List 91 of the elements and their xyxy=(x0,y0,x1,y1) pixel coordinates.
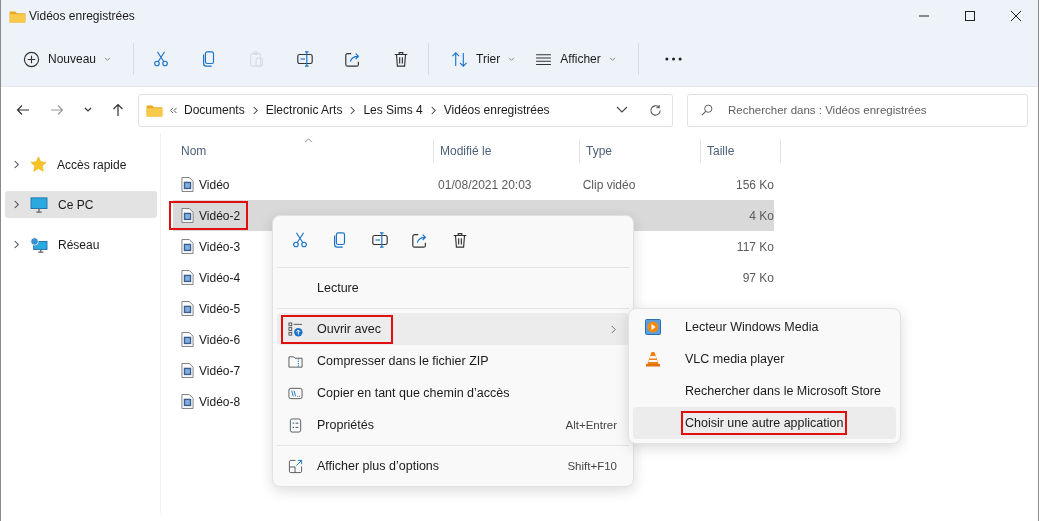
network-icon xyxy=(30,236,48,253)
file-name-cell[interactable]: Vidéo-7 xyxy=(171,358,247,383)
more-icon[interactable] xyxy=(664,57,682,61)
menu-item[interactable]: Compresser dans le fichier ZIP xyxy=(277,345,629,377)
file-name-cell[interactable]: Vidéo-6 xyxy=(171,327,247,352)
caret-down-icon xyxy=(608,56,616,62)
chevron-right-icon xyxy=(251,105,259,115)
file-name-cell[interactable]: Vidéo xyxy=(171,172,236,197)
video-file-icon xyxy=(181,301,194,316)
file-name-cell[interactable]: Vidéo-2 xyxy=(171,203,247,228)
size-cell: 117 Ko xyxy=(736,239,774,254)
date-cell: 01/08/2021 20:03 xyxy=(438,177,532,192)
chevron-right-icon xyxy=(349,105,357,115)
size-cell: 97 Ko xyxy=(742,270,774,285)
submenu-item[interactable]: Choisir une autre application xyxy=(633,407,896,439)
chevron-right-icon xyxy=(13,200,20,209)
chevron-right-icon xyxy=(429,105,437,115)
caret-down-icon xyxy=(104,56,112,62)
properties-icon xyxy=(288,417,303,433)
path-icon xyxy=(288,385,303,401)
play-icon xyxy=(645,319,661,335)
video-file-icon xyxy=(181,177,194,192)
address-bar[interactable]: Documents Electronic Arts Les Sims 4 Vidéos enregistrées xyxy=(138,93,673,127)
caret-down-icon xyxy=(508,56,516,62)
expand-icon xyxy=(288,458,303,474)
submenu-item[interactable]: Lecteur Windows Media xyxy=(633,311,896,343)
search-field[interactable]: Rechercher dans : Vidéos enregistrées xyxy=(687,93,1028,127)
video-file-icon xyxy=(181,239,194,254)
video-file-icon xyxy=(181,332,194,347)
close-icon[interactable] xyxy=(1011,11,1021,21)
chevron-right-icon xyxy=(610,324,617,334)
sort-arrows-icon xyxy=(451,50,469,68)
sidebar-item[interactable]: Réseau xyxy=(5,231,157,258)
menu-item[interactable]: Copier en tant que chemin d’accès xyxy=(277,377,629,409)
menu-item[interactable]: Afficher plus d’options Shift+F10 xyxy=(277,450,629,482)
sidebar-item[interactable]: Accès rapide xyxy=(5,151,157,178)
breadcrumb[interactable]: Vidéos enregistrées xyxy=(443,103,550,117)
video-file-icon xyxy=(181,363,194,378)
plus-circle-icon xyxy=(23,50,40,68)
column-header[interactable]: Type xyxy=(579,139,700,163)
breadcrumb[interactable]: Les Sims 4 xyxy=(363,103,423,117)
file-name-cell[interactable]: Vidéo-5 xyxy=(171,296,247,321)
menu-item[interactable]: Lecture xyxy=(277,272,629,304)
shortcut-label: Alt+Entrer xyxy=(565,419,617,431)
new-button[interactable]: Nouveau xyxy=(13,44,122,74)
column-header[interactable]: Modifié le xyxy=(433,139,579,163)
size-cell: 156 Ko xyxy=(735,177,774,192)
folder-icon xyxy=(9,9,26,23)
monitor-icon xyxy=(30,196,48,213)
chevron-right-icon xyxy=(13,160,20,169)
submenu-item[interactable]: VLC media player xyxy=(633,343,896,375)
sort-up-icon xyxy=(304,138,313,143)
submenu-item[interactable]: Rechercher dans le Microsoft Store xyxy=(633,375,896,407)
chevron-down-icon[interactable] xyxy=(616,106,628,114)
rename-icon[interactable] xyxy=(371,230,389,249)
shortcut-label: Shift+F10 xyxy=(567,460,617,472)
file-name-cell[interactable]: Vidéo-3 xyxy=(171,234,247,259)
menu-item[interactable]: Ouvrir avec xyxy=(277,313,629,345)
delete-icon[interactable] xyxy=(451,230,469,249)
video-file-icon xyxy=(181,270,194,285)
traffic-cone-icon xyxy=(645,351,661,367)
up-icon[interactable] xyxy=(112,103,124,117)
folder-icon xyxy=(146,103,163,117)
double-chevron-icon xyxy=(170,106,177,114)
chevron-right-icon xyxy=(13,240,20,249)
video-file-icon xyxy=(181,394,194,409)
breadcrumb[interactable]: Electronic Arts xyxy=(265,103,343,117)
breadcrumb[interactable]: Documents xyxy=(184,103,245,117)
lines-icon xyxy=(535,52,553,66)
file-name-cell[interactable]: Vidéo-4 xyxy=(171,265,247,290)
refresh-icon[interactable] xyxy=(649,103,662,117)
size-cell: 4 Ko xyxy=(749,208,774,223)
rename-icon[interactable] xyxy=(296,50,315,68)
cut-icon[interactable] xyxy=(291,230,309,249)
open-with-icon xyxy=(288,321,303,337)
back-icon[interactable] xyxy=(16,104,30,116)
column-header[interactable]: Nom xyxy=(173,139,433,163)
file-name-cell[interactable]: Vidéo-8 xyxy=(171,389,247,414)
column-header[interactable]: Taille xyxy=(700,139,781,163)
window-title: Vidéos enregistrées xyxy=(29,9,135,23)
menu-item[interactable]: Propriétés Alt+Entrer xyxy=(277,409,629,441)
type-cell: Clip vidéo xyxy=(582,177,636,192)
sidebar-item[interactable]: Ce PC xyxy=(5,191,157,218)
zip-folder-icon xyxy=(288,353,303,369)
sort-button[interactable]: Trier xyxy=(441,44,526,74)
chevron-down-icon[interactable] xyxy=(84,107,92,113)
star-icon xyxy=(30,156,47,173)
view-button[interactable]: Afficher xyxy=(525,46,626,72)
video-file-icon xyxy=(181,208,194,223)
cut-icon[interactable] xyxy=(152,50,171,68)
maximize-icon[interactable] xyxy=(965,11,975,21)
